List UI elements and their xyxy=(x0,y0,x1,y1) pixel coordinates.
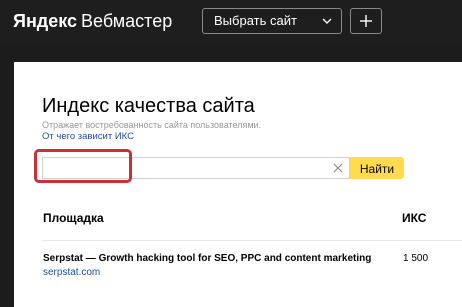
column-header-iks: ИКС xyxy=(402,211,427,225)
yandex-webmaster-logo[interactable]: Яндекс Вебмастер xyxy=(13,11,172,31)
close-icon[interactable] xyxy=(332,162,344,174)
logo-product: Вебмастер xyxy=(81,11,173,31)
logo-brand: Яндекс xyxy=(13,11,78,31)
chevron-down-icon xyxy=(322,18,332,24)
site-row-url[interactable]: serpstat.com xyxy=(43,267,100,278)
plus-icon xyxy=(360,15,372,27)
page-title: Индекс качества сайта xyxy=(42,95,255,117)
iks-help-link[interactable]: От чего зависит ИКС xyxy=(42,131,134,143)
page-subtitle: Отражает востребованность сайта пользова… xyxy=(42,120,262,130)
add-site-button[interactable] xyxy=(350,8,382,34)
site-select-label: Выбрать сайт xyxy=(214,13,297,28)
top-bar: Яндекс Вебмастер Выбрать сайт xyxy=(0,0,462,44)
find-button[interactable]: Найти xyxy=(350,157,404,179)
site-row-iks: 1 500 xyxy=(403,253,429,264)
iks-card: Индекс качества сайта Отражает востребов… xyxy=(14,62,462,307)
site-search-input[interactable] xyxy=(42,157,350,179)
site-row-title: Serpstat — Growth hacking tool for SEO, … xyxy=(43,253,372,264)
column-header-site: Площадка xyxy=(43,211,104,225)
table-divider xyxy=(42,240,462,241)
site-select-dropdown[interactable]: Выбрать сайт xyxy=(202,8,342,34)
